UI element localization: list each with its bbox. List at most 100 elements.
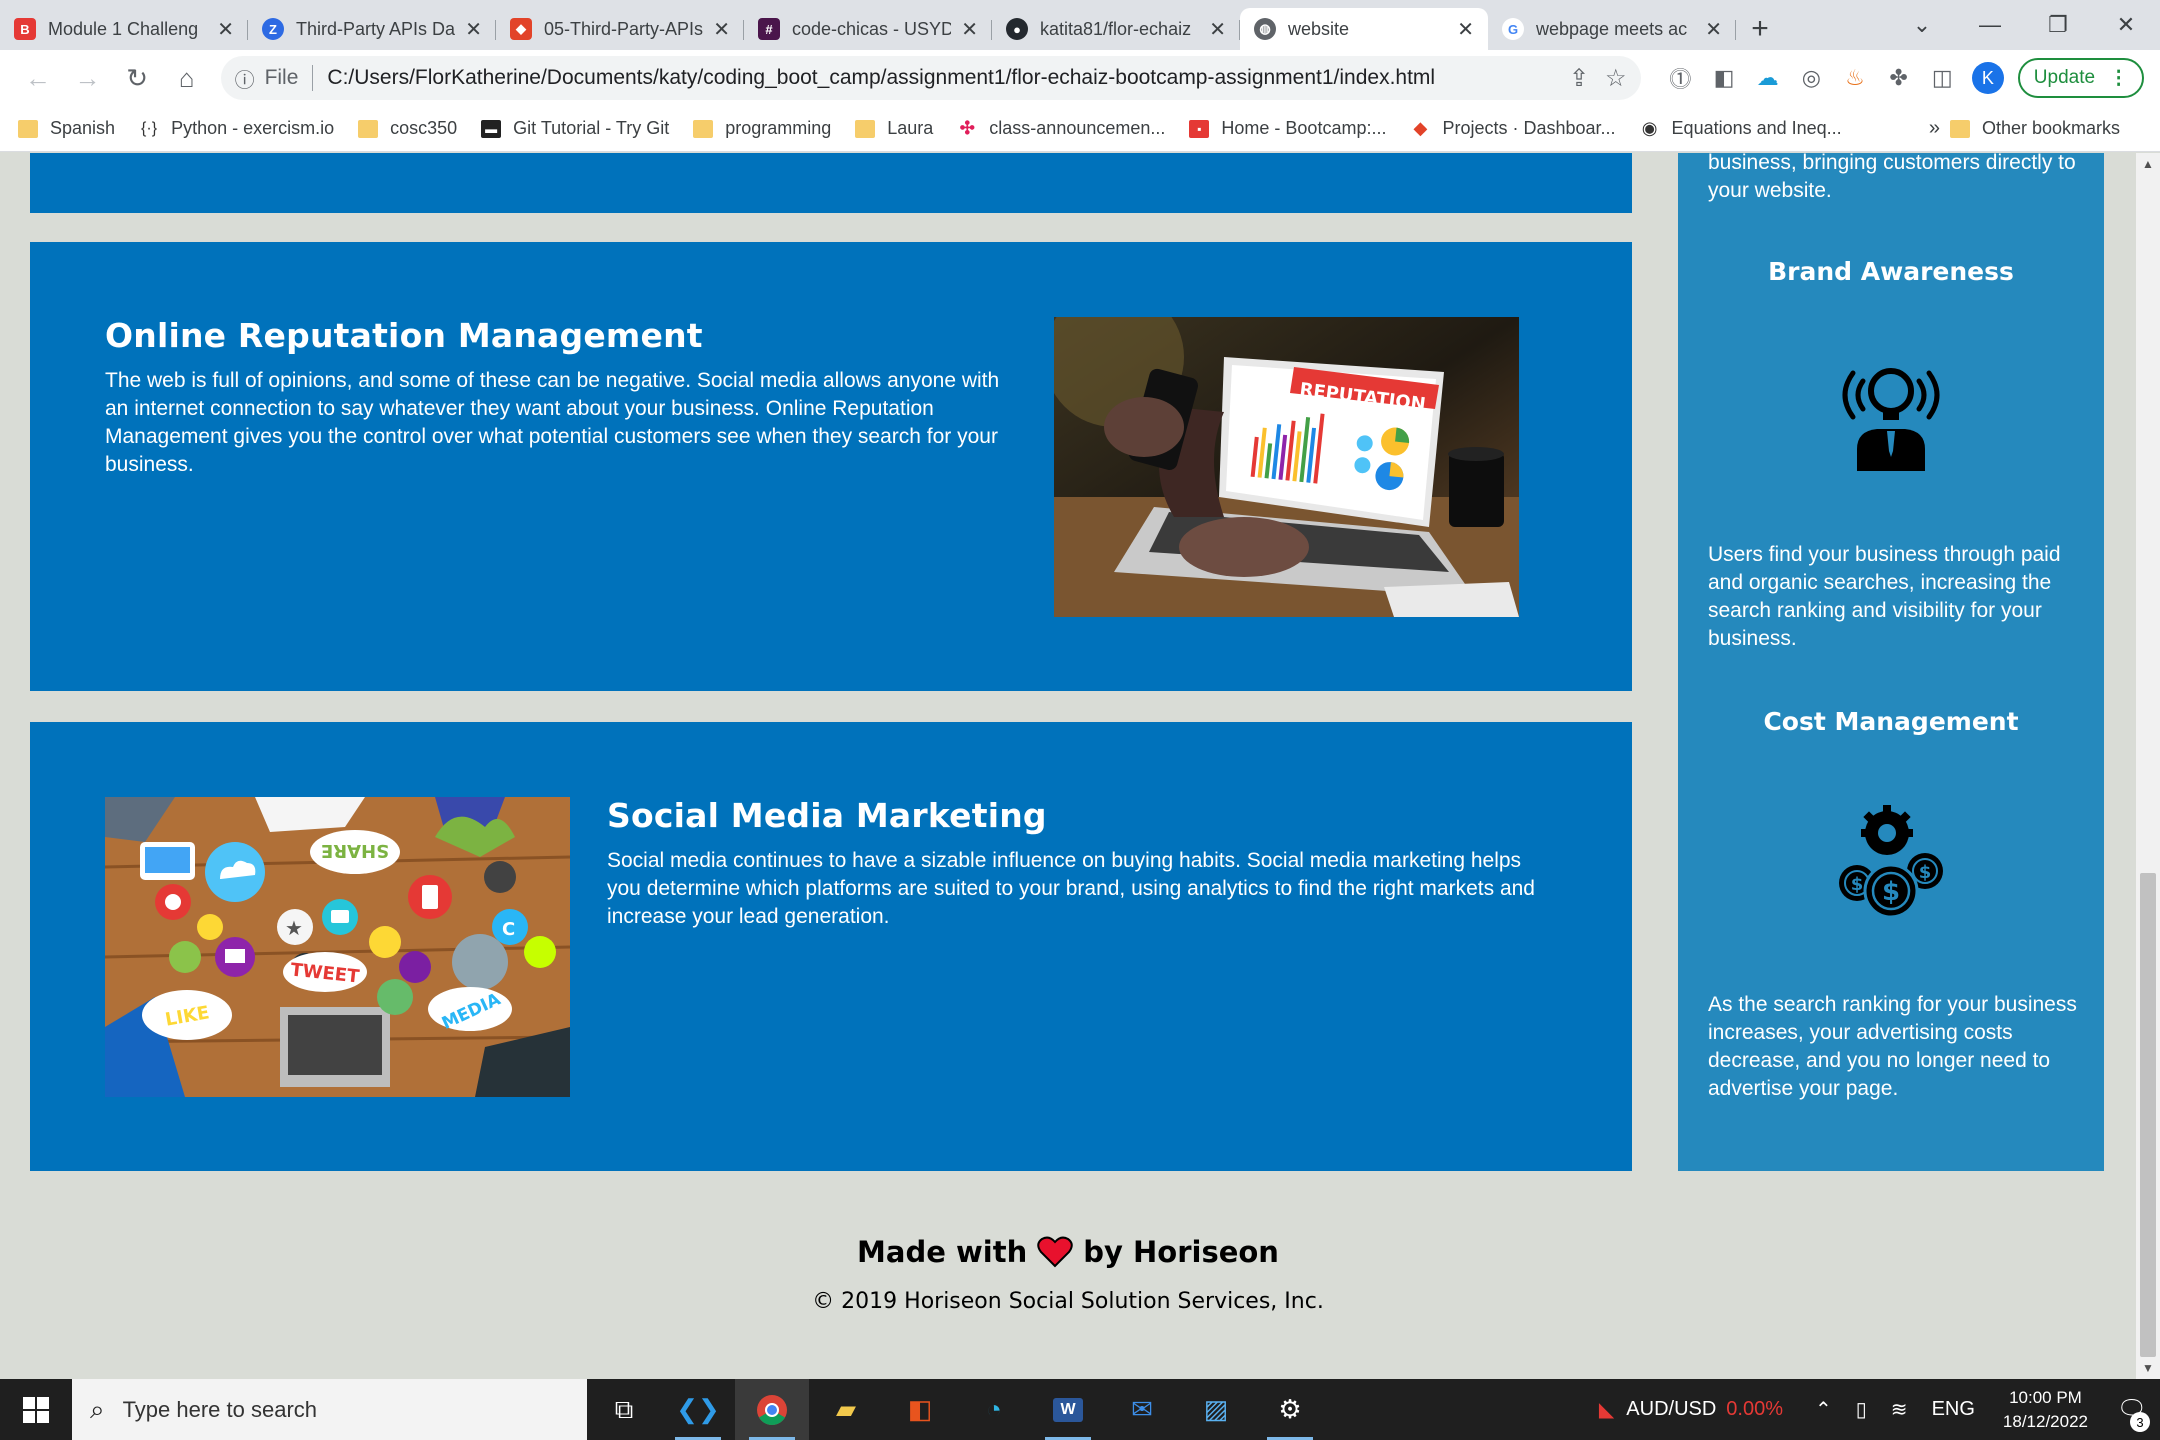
scroll-up-icon[interactable]: ▲ [2136, 153, 2160, 175]
folder-icon [358, 119, 379, 138]
photos-icon[interactable]: ▨ [1179, 1379, 1253, 1440]
extensions-puzzle-icon[interactable]: ✤ [1877, 56, 1921, 100]
cost-management-text: As the search ranking for your business … [1708, 993, 2077, 1100]
restore-icon[interactable]: ❐ [2024, 0, 2092, 50]
bookmark-label: programming [725, 118, 832, 138]
windows-taskbar: ⌕ Type here to search ⧉ ❮❯ ▰ ◧ ◔ W ✉ ▨ ⚙… [0, 1379, 2160, 1440]
bookmark-item[interactable]: ◉ Equations and Ineq... [1640, 118, 1842, 139]
bookmark-item[interactable]: {·} Python - exercism.io [139, 118, 334, 139]
money-gear-icon: $ $ $ [1831, 803, 1951, 923]
close-tab-icon[interactable]: ✕ [217, 17, 234, 42]
extension-cloud-icon[interactable]: ☁ [1746, 56, 1790, 100]
bookmark-label: Laura [887, 118, 934, 138]
close-tab-icon[interactable]: ✕ [1209, 17, 1226, 42]
forward-icon[interactable]: → [66, 56, 110, 100]
bookmark-item[interactable]: Spanish [18, 118, 115, 139]
share-icon[interactable]: ⇪ [1569, 64, 1589, 93]
browser-tab[interactable]: ◆ 05-Third-Party-APIs ✕ [496, 8, 744, 50]
page-viewport: Online Reputation Management The web is … [0, 153, 2136, 1379]
windows-start-icon[interactable] [0, 1379, 72, 1440]
close-tab-icon[interactable]: ✕ [713, 17, 730, 42]
notifications-icon[interactable]: 🗨 3 [2104, 1379, 2160, 1440]
bookmark-item[interactable]: ✣ class-announcemen... [957, 118, 1166, 139]
network-icon[interactable]: ≋ [1891, 1397, 1908, 1422]
minimize-icon[interactable]: — [1956, 0, 2024, 50]
vscode-icon[interactable]: ❮❯ [661, 1379, 735, 1440]
bookmark-item[interactable]: cosc350 [358, 118, 457, 139]
close-tab-icon[interactable]: ✕ [465, 17, 482, 42]
bookmark-item[interactable]: Laura [855, 118, 933, 139]
close-tab-icon[interactable]: ✕ [1705, 17, 1722, 42]
content-block-previous [30, 153, 1632, 213]
scroll-thumb[interactable] [2140, 873, 2156, 1357]
tab-favicon: ◆ [510, 18, 532, 40]
browser-tab[interactable]: ● katita81/flor-echaiz ✕ [992, 8, 1240, 50]
close-tab-icon[interactable]: ✕ [1457, 17, 1474, 42]
language-indicator[interactable]: ENG [1932, 1398, 1975, 1421]
ticker-label[interactable]: AUD/USD [1626, 1398, 1716, 1421]
new-tab-button[interactable]: + [1736, 8, 1784, 50]
reputation-image: REPUTATION [1054, 317, 1519, 617]
bookmarks-overflow-button[interactable]: » [1929, 117, 1940, 140]
close-tab-icon[interactable]: ✕ [961, 17, 978, 42]
side-panel-icon[interactable]: ◫ [1920, 56, 1964, 100]
social-media-illustration: ★ C SHARE TWEET LIKE MEDIA [105, 797, 570, 1097]
browser-tab[interactable]: # code-chicas - USYD ✕ [744, 8, 992, 50]
show-hidden-icons-icon[interactable]: ⌃ [1815, 1397, 1832, 1422]
mail-icon[interactable]: ✉ [1105, 1379, 1179, 1440]
reload-icon[interactable]: ↻ [115, 56, 159, 100]
update-button[interactable]: Update ⋮ [2017, 58, 2145, 98]
bookmarks-bar: Spanish {·} Python - exercism.io cosc350 … [0, 106, 2160, 152]
tab-favicon: B [14, 18, 36, 40]
browser-tab[interactable]: Z Third-Party APIs Da ✕ [248, 8, 496, 50]
word-icon[interactable]: W [1031, 1379, 1105, 1440]
bookmark-label: Equations and Ineq... [1671, 118, 1842, 138]
update-label: Update [2033, 67, 2096, 88]
tab-favicon: # [758, 18, 780, 40]
browser-tab[interactable]: B Module 1 Challeng ✕ [0, 8, 248, 50]
window-controls: ⌄ — ❐ ✕ [1888, 0, 2160, 50]
page-scrollbar[interactable]: ▲ ▼ [2136, 153, 2160, 1379]
other-bookmarks[interactable]: Other bookmarks [1949, 118, 2120, 139]
taskbar-clock[interactable]: 10:00 PM 18/12/2022 [2003, 1386, 2088, 1434]
folder-icon [693, 119, 714, 138]
edge-icon[interactable]: ◔ [957, 1379, 1031, 1440]
sidebar-lead-text: business, bringing customers directly to… [1708, 153, 2076, 202]
extension-1password-icon[interactable]: ⓵ [1659, 56, 1703, 100]
file-explorer-icon[interactable]: ▰ [809, 1379, 883, 1440]
extension-rocket-icon[interactable]: ♨ [1833, 56, 1877, 100]
close-window-icon[interactable]: ✕ [2092, 0, 2160, 50]
svg-text:$: $ [1851, 874, 1864, 895]
browser-tab-active[interactable]: ◍ website ✕ [1240, 8, 1488, 50]
extension-globe-icon[interactable]: ◎ [1789, 56, 1833, 100]
browser-tab[interactable]: G webpage meets ac ✕ [1488, 8, 1736, 50]
office-icon[interactable]: ◧ [883, 1379, 957, 1440]
address-bar[interactable]: ⓘ File C:/Users/FlorKatherine/Documents/… [220, 56, 1641, 100]
code-icon: {·} [141, 119, 158, 137]
brand-awareness-text: Users find your business through paid an… [1708, 543, 2061, 650]
chrome-icon[interactable] [735, 1379, 809, 1440]
device-icon[interactable]: ▯ [1856, 1397, 1867, 1422]
clock-time: 10:00 PM [2009, 1387, 2082, 1407]
svg-text:C: C [502, 919, 515, 940]
tab-search-icon[interactable]: ⌄ [1888, 0, 1956, 50]
bookmark-item[interactable]: ▬ Git Tutorial - Try Git [481, 118, 669, 139]
bookmark-item[interactable]: programming [693, 118, 831, 139]
bookmark-item[interactable]: ◆ Projects · Dashboar... [1410, 118, 1616, 139]
tab-favicon: G [1502, 18, 1524, 40]
bookmark-star-icon[interactable]: ☆ [1605, 64, 1627, 93]
url-text[interactable]: C:/Users/FlorKatherine/Documents/katy/co… [327, 66, 1553, 90]
scroll-down-icon[interactable]: ▼ [2136, 1357, 2160, 1379]
home-icon[interactable]: ⌂ [165, 56, 209, 100]
info-icon[interactable]: ⓘ [235, 64, 255, 93]
back-icon[interactable]: ← [16, 56, 60, 100]
settings-icon[interactable]: ⚙ [1253, 1379, 1327, 1440]
taskbar-search[interactable]: ⌕ Type here to search [72, 1379, 587, 1440]
task-view-icon[interactable]: ⧉ [587, 1379, 661, 1440]
bookmark-item[interactable]: ▪ Home - Bootcamp:... [1189, 118, 1386, 139]
profile-avatar[interactable]: K [1972, 62, 2004, 94]
page-footer: Made with by Horiseon © 2019 Horiseon So… [0, 1235, 2136, 1314]
svg-text:★: ★ [285, 916, 303, 940]
tab-favicon: ● [1006, 18, 1028, 40]
extension-reader-icon[interactable]: ◧ [1702, 56, 1746, 100]
